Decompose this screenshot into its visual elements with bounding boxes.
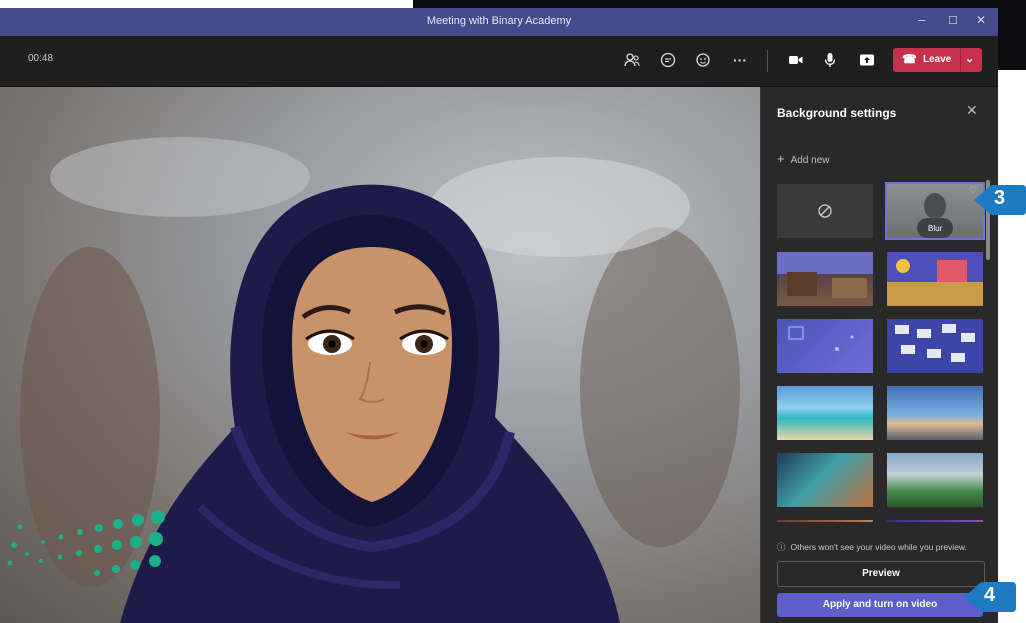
plus-icon: +: [777, 151, 785, 166]
preview-info: ⓘ Others won't see your video while you p…: [777, 541, 967, 553]
step-4-number: 4: [984, 584, 996, 606]
info-icon: ⓘ: [777, 542, 786, 552]
preview-info-text: Others won't see your video while you pr…: [790, 542, 967, 552]
camera-icon[interactable]: [784, 48, 808, 72]
thumbnail-background-5[interactable]: [887, 319, 983, 373]
thumbnail-background-4[interactable]: [777, 319, 873, 373]
share-icon[interactable]: [855, 48, 879, 72]
phone-hangup-icon: ☎: [902, 52, 917, 66]
meeting-toolbar: 00:48 ··· ☎ Leave ⌄: [0, 36, 998, 87]
toolbar-divider: [767, 50, 768, 72]
thumbnail-background-8[interactable]: [777, 453, 873, 507]
apply-and-turn-on-video-button[interactable]: Apply and turn on video: [777, 593, 983, 617]
add-new-button[interactable]: + Add new: [777, 151, 830, 166]
thumbnail-background-6[interactable]: [777, 386, 873, 440]
add-new-label: Add new: [790, 155, 830, 166]
close-window-button[interactable]: ✕: [976, 13, 986, 27]
thumbnail-background-9[interactable]: [887, 453, 983, 507]
background-thumbnail-grid: Blur ♡: [775, 182, 987, 522]
close-icon[interactable]: ✕: [966, 102, 978, 119]
thumbnail-background-10[interactable]: [777, 520, 873, 522]
video-preview: [0, 87, 760, 623]
thumbnail-background-11[interactable]: [887, 520, 983, 522]
meeting-timer: 00:48: [28, 53, 54, 64]
mic-icon[interactable]: [818, 48, 842, 72]
participant-avatar-illustration: [7, 137, 740, 623]
thumbnail-blur[interactable]: Blur ♡: [885, 182, 985, 240]
chat-icon[interactable]: [656, 48, 680, 72]
window-title: Meeting with Binary Academy: [426, 15, 572, 27]
leave-label: Leave: [923, 54, 952, 65]
people-icon[interactable]: [620, 48, 644, 72]
leave-button[interactable]: ☎ Leave ⌄: [893, 48, 982, 72]
title-bar: Meeting with Binary Academy – ☐ ✕: [0, 8, 998, 36]
blur-label: Blur: [928, 224, 943, 233]
thumbnail-background-2[interactable]: [777, 252, 873, 306]
background-settings-panel: Background settings ✕ + Add new Blur ♡ ⓘ…: [760, 87, 998, 623]
minimize-button[interactable]: –: [918, 12, 925, 27]
leave-divider: [960, 48, 961, 72]
thumbnail-none[interactable]: [777, 184, 873, 238]
more-icon[interactable]: ···: [728, 48, 752, 72]
chevron-down-icon[interactable]: ⌄: [965, 52, 974, 65]
step-4-callout: 4: [964, 577, 1016, 617]
thumbnail-background-7[interactable]: [887, 386, 983, 440]
maximize-button[interactable]: ☐: [948, 14, 958, 27]
step-3-number: 3: [994, 187, 1006, 209]
teams-meeting-window: Meeting with Binary Academy – ☐ ✕ 00:48 …: [0, 8, 998, 623]
reactions-icon[interactable]: [692, 48, 716, 72]
preview-button[interactable]: Preview: [777, 561, 985, 587]
step-3-callout: 3: [974, 180, 1026, 220]
panel-title: Background settings: [777, 106, 897, 120]
thumbnail-background-3[interactable]: [887, 252, 983, 306]
